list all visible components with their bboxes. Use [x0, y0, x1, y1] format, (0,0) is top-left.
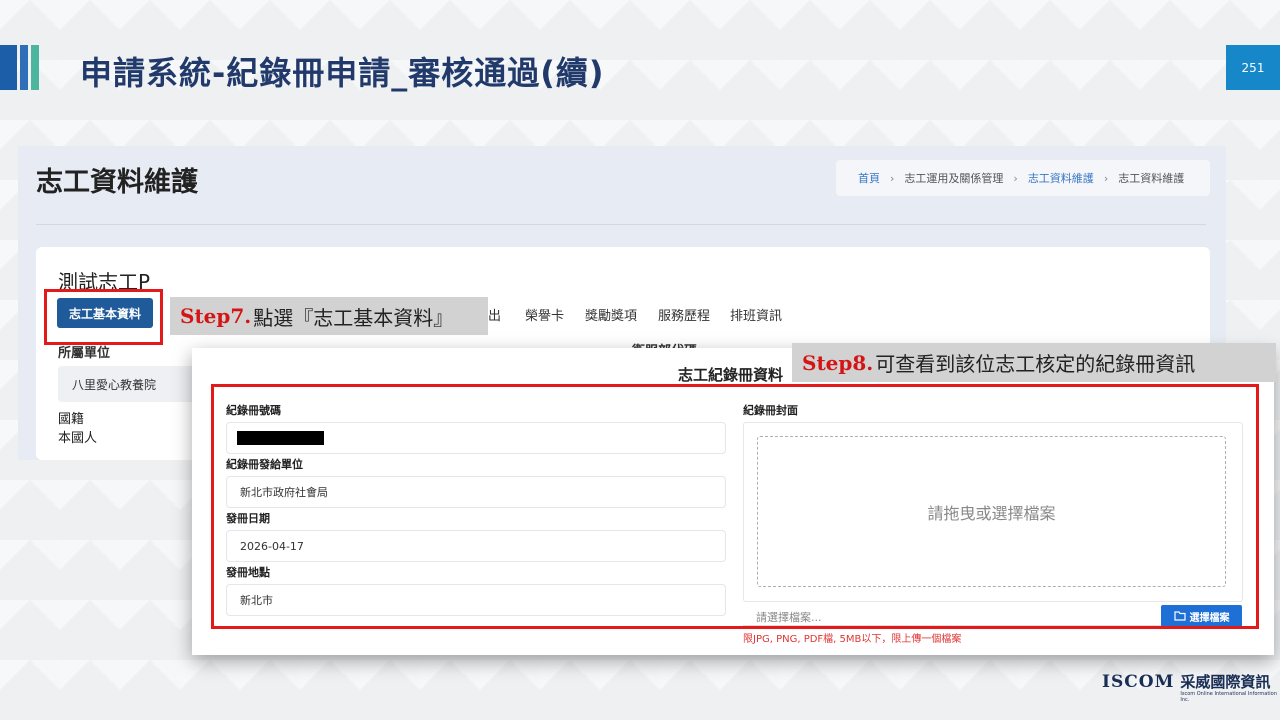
tab-awards[interactable]: 獎勵獎項: [585, 305, 637, 324]
step7-label: Step7.: [180, 304, 252, 328]
page-title: 志工資料維護: [36, 167, 198, 198]
step8-callout: Step8. 可查看到該位志工核定的紀錄冊資訊: [792, 343, 1276, 382]
accent-bar: [20, 45, 28, 90]
logo-zh: 采威國際資訊: [1180, 673, 1271, 691]
breadcrumb: 首頁 › 志工運用及關係管理 › 志工資料維護 › 志工資料維護: [836, 160, 1210, 196]
step8-text: 可查看到該位志工核定的紀錄冊資訊: [875, 352, 1196, 376]
company-logo: ISCOM 采威國際資訊 Iscom Online International …: [1102, 672, 1280, 703]
breadcrumb-item: 志工運用及關係管理: [904, 172, 1004, 185]
nationality-label: 國籍: [58, 412, 85, 427]
step7-text: 點選『志工基本資料』: [253, 305, 454, 330]
highlight-box: [44, 289, 163, 345]
tab-schedule[interactable]: 排班資訊: [730, 305, 782, 324]
breadcrumb-separator: ›: [1103, 171, 1109, 185]
tab-partial[interactable]: 出: [488, 305, 501, 324]
upload-hint: 限JPG, PNG, PDF檔, 5MB以下，限上傳一個檔案: [743, 634, 962, 645]
org-label: 所屬單位: [58, 346, 111, 361]
breadcrumb-current: 志工資料維護: [1118, 172, 1185, 185]
accent-bar: [31, 45, 39, 90]
breadcrumb-separator: ›: [890, 171, 895, 185]
step8-label: Step8.: [802, 350, 874, 375]
breadcrumb-item[interactable]: 志工資料維護: [1028, 170, 1094, 186]
right-field-label: 衛服部代碼: [632, 340, 697, 348]
highlight-box: [211, 384, 1259, 629]
tab-service-history[interactable]: 服務歷程: [658, 305, 710, 324]
accent-bar: [0, 45, 17, 90]
logo-sub: Iscom Online International Information I…: [1180, 691, 1277, 703]
tab-honor-card[interactable]: 榮譽卡: [525, 305, 564, 324]
modal-title: 志工紀錄冊資料: [678, 366, 784, 384]
step7-callout: Step7. 點選『志工基本資料』: [170, 297, 488, 335]
divider: [36, 224, 1206, 225]
breadcrumb-separator: ›: [1013, 171, 1018, 185]
nationality-value: 本國人: [58, 431, 98, 446]
slide-title: 申請系統-紀錄冊申請_審核通過(續): [80, 54, 605, 92]
page-number: 251: [1226, 45, 1280, 90]
breadcrumb-home[interactable]: 首頁: [858, 170, 880, 186]
logo-en: ISCOM: [1102, 672, 1175, 692]
org-field: 八里愛心教養院: [58, 366, 198, 402]
